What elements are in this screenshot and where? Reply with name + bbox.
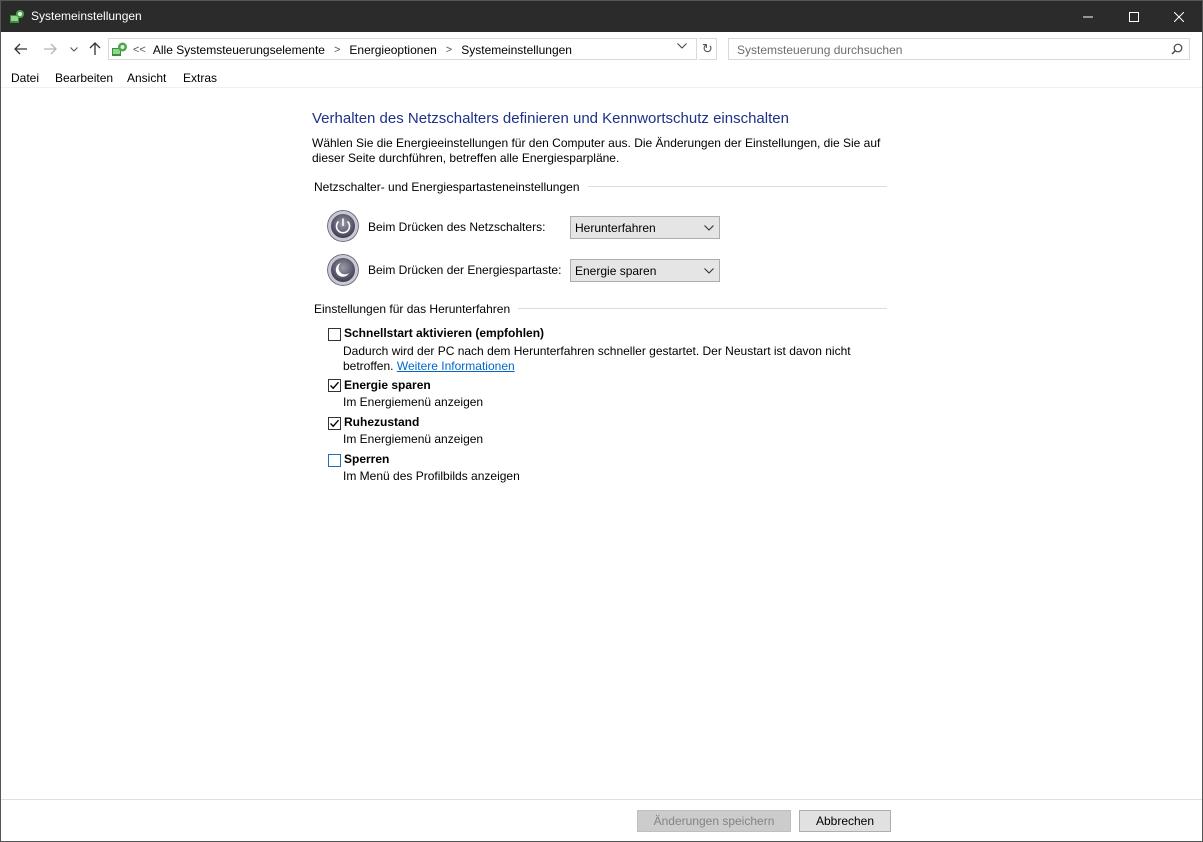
search-icon[interactable] bbox=[1171, 43, 1183, 55]
more-info-link[interactable]: Weitere Informationen bbox=[397, 359, 515, 373]
menu-bar: Datei Bearbeiten Ansicht Extras bbox=[1, 67, 1202, 88]
breadcrumb-separator[interactable]: > bbox=[446, 44, 452, 56]
lock-label[interactable]: Sperren bbox=[344, 452, 389, 466]
sleep-button-action-value: Energie sparen bbox=[575, 264, 657, 278]
sleep-description: Im Energiemenü anzeigen bbox=[343, 395, 484, 409]
chevron-down-icon bbox=[704, 268, 714, 274]
breadcrumb-separator[interactable]: > bbox=[334, 44, 340, 56]
menu-ansicht[interactable]: Ansicht bbox=[127, 71, 166, 85]
arrow-right-icon bbox=[44, 43, 57, 55]
breadcrumb-item[interactable]: Alle Systemsteuerungselemente bbox=[153, 43, 325, 57]
control-panel-icon bbox=[10, 10, 24, 23]
chevron-down-icon bbox=[704, 225, 714, 231]
fast-startup-label[interactable]: Schnellstart aktivieren (empfohlen) bbox=[344, 326, 544, 340]
minimize-button[interactable] bbox=[1065, 1, 1111, 32]
hibernate-description: Im Energiemenü anzeigen bbox=[343, 432, 484, 446]
menu-datei[interactable]: Datei bbox=[11, 71, 39, 85]
power-section-title: Netzschalter- und Energiespartasteneinst… bbox=[314, 180, 588, 194]
fast-startup-desc-line2: betroffen. bbox=[343, 359, 394, 373]
save-changes-button[interactable]: Änderungen speichern bbox=[637, 810, 791, 832]
lock-checkbox[interactable] bbox=[328, 454, 341, 467]
footer: Änderungen speichern Abbrechen bbox=[1, 799, 1202, 841]
title-bar[interactable]: Systemeinstellungen bbox=[1, 1, 1202, 32]
control-panel-icon bbox=[112, 42, 127, 56]
minimize-icon bbox=[1083, 16, 1093, 17]
fast-startup-description: Dadurch wird der PC nach dem Herunterfah… bbox=[343, 344, 883, 374]
refresh-icon: ↻ bbox=[702, 41, 713, 56]
power-button-action-select[interactable]: Herunterfahren bbox=[570, 216, 720, 239]
breadcrumb-overflow[interactable]: << bbox=[133, 44, 146, 56]
checkmark-icon bbox=[330, 381, 340, 390]
sleep-label[interactable]: Energie sparen bbox=[344, 378, 431, 392]
forward-button[interactable] bbox=[42, 41, 58, 57]
refresh-button[interactable]: ↻ bbox=[699, 38, 717, 60]
checkmark-icon bbox=[330, 419, 340, 428]
hibernate-checkbox[interactable] bbox=[328, 417, 341, 430]
close-button[interactable] bbox=[1156, 1, 1202, 32]
address-bar[interactable]: << Alle Systemsteuerungselemente > Energ… bbox=[108, 38, 697, 60]
menu-extras[interactable]: Extras bbox=[183, 71, 217, 85]
up-button[interactable] bbox=[87, 41, 103, 57]
arrow-up-icon bbox=[89, 42, 101, 55]
maximize-icon bbox=[1129, 11, 1139, 22]
breadcrumb-item[interactable]: Energieoptionen bbox=[349, 43, 436, 57]
close-icon bbox=[1174, 11, 1184, 22]
sleep-button-icon bbox=[327, 254, 359, 286]
sleep-checkbox[interactable] bbox=[328, 379, 341, 392]
cancel-button[interactable]: Abbrechen bbox=[799, 810, 891, 832]
sleep-button-label: Beim Drücken der Energiespartaste: bbox=[368, 263, 562, 277]
page-title: Verhalten des Netzschalters definieren u… bbox=[312, 110, 789, 127]
power-button-label: Beim Drücken des Netzschalters: bbox=[368, 220, 546, 234]
window-title: Systemeinstellungen bbox=[31, 9, 142, 23]
fast-startup-checkbox[interactable] bbox=[328, 328, 341, 341]
shutdown-section-title: Einstellungen für das Herunterfahren bbox=[314, 302, 519, 316]
window: Systemeinstellungen << Alle Systemsteuer… bbox=[0, 0, 1203, 842]
search-box[interactable] bbox=[728, 38, 1190, 60]
menu-bearbeiten[interactable]: Bearbeiten bbox=[55, 71, 113, 85]
power-button-icon bbox=[327, 210, 359, 242]
lock-description: Im Menü des Profilbilds anzeigen bbox=[343, 469, 520, 483]
page-description: Wählen Sie die Energieeinstellungen für … bbox=[312, 136, 881, 165]
hibernate-label[interactable]: Ruhezustand bbox=[344, 415, 419, 429]
maximize-button[interactable] bbox=[1111, 1, 1157, 32]
main-content: Verhalten des Netzschalters definieren u… bbox=[1, 88, 1202, 799]
recent-locations-button[interactable] bbox=[66, 41, 82, 57]
search-input[interactable] bbox=[737, 42, 1157, 57]
power-button-action-value: Herunterfahren bbox=[575, 221, 656, 235]
chevron-down-icon bbox=[70, 46, 78, 52]
fast-startup-desc-line1: Dadurch wird der PC nach dem Herunterfah… bbox=[343, 344, 851, 358]
breadcrumb-item[interactable]: Systemeinstellungen bbox=[461, 43, 572, 57]
address-dropdown-icon[interactable] bbox=[677, 43, 687, 49]
arrow-left-icon bbox=[14, 43, 27, 55]
breadcrumb: << Alle Systemsteuerungselemente > Energ… bbox=[133, 42, 572, 58]
back-button[interactable] bbox=[13, 41, 29, 57]
sleep-button-action-select[interactable]: Energie sparen bbox=[570, 259, 720, 282]
